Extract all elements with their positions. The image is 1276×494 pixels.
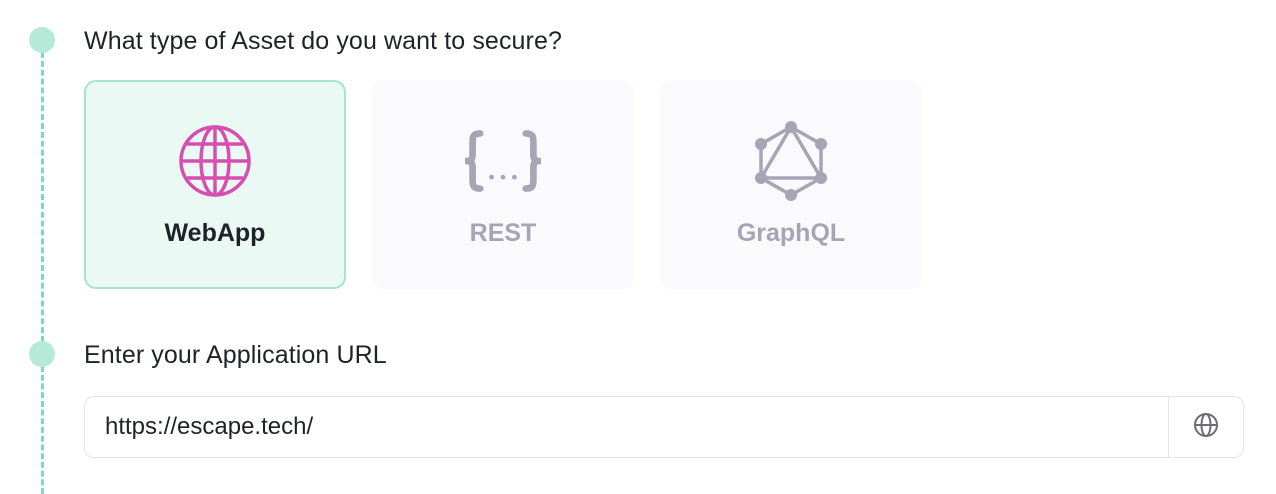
asset-setup-form: What type of Asset do you want to secure…	[0, 0, 1276, 494]
url-addon	[1168, 397, 1243, 457]
globe-icon	[1193, 412, 1219, 443]
globe-icon	[177, 123, 253, 199]
step-1-question: What type of Asset do you want to secure…	[84, 27, 562, 55]
option-graphql[interactable]: GraphQL	[660, 80, 922, 289]
step-indicator	[29, 27, 55, 53]
curly-braces-icon	[465, 123, 541, 199]
asset-type-options: WebApp REST GraphQL	[84, 80, 922, 289]
option-label: WebApp	[164, 219, 266, 247]
option-webapp[interactable]: WebApp	[84, 80, 346, 289]
step-indicator	[29, 341, 55, 367]
step-2-question: Enter your Application URL	[84, 341, 387, 369]
option-label: REST	[469, 219, 537, 247]
application-url-field	[84, 396, 1244, 458]
option-label: GraphQL	[736, 219, 846, 247]
option-rest[interactable]: REST	[372, 80, 634, 289]
application-url-input[interactable]	[85, 397, 1168, 457]
graphql-icon	[753, 121, 829, 201]
timeline-connector	[41, 52, 44, 342]
timeline-connector	[41, 366, 44, 494]
